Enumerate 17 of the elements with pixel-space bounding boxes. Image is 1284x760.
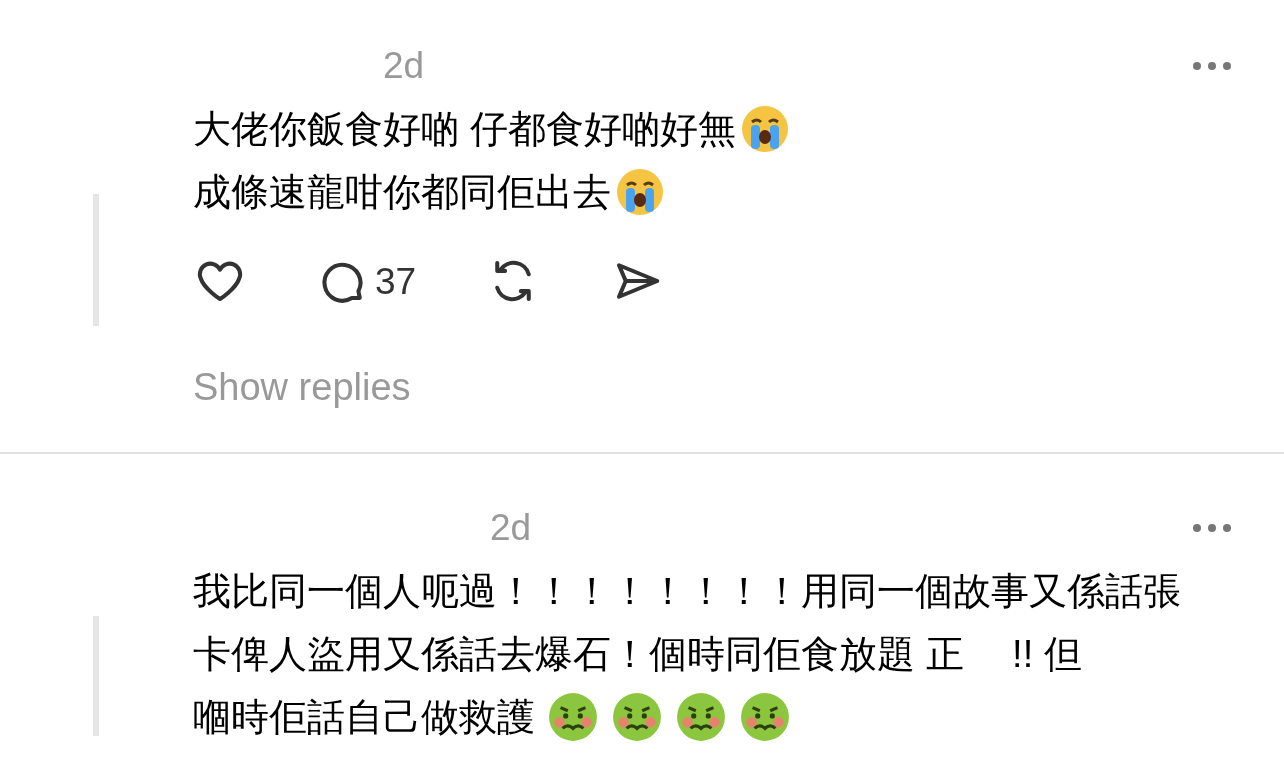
comment-text: 嗰時佢話自己做救護	[193, 694, 535, 740]
crying-face-icon	[615, 167, 665, 217]
more-options-icon[interactable]	[1192, 60, 1232, 71]
timestamp: 2d	[489, 506, 532, 550]
sick-face-icon	[675, 691, 727, 743]
timestamp: 2d	[382, 44, 425, 88]
sick-face-icon	[547, 691, 599, 743]
show-replies-link[interactable]: Show replies	[193, 359, 790, 416]
more-options-icon[interactable]	[1192, 522, 1232, 533]
sick-face-icon	[611, 691, 663, 743]
crying-face-icon	[739, 104, 790, 154]
sick-face-icon	[739, 691, 791, 743]
comment-text: 大佬你飯食好啲 仔都食好啲好無	[193, 106, 736, 152]
comment-text: 卡俾人盜用又係話去爆石！個時同佢食放題 正 !! 但	[193, 631, 1082, 677]
comment-text: 成條速龍咁你都同佢出去	[193, 169, 611, 215]
comment-text: 我比同一個人呃過！！！！！！！！用同一個故事又係話張	[193, 568, 1181, 614]
reply-count: 37	[375, 259, 417, 304]
